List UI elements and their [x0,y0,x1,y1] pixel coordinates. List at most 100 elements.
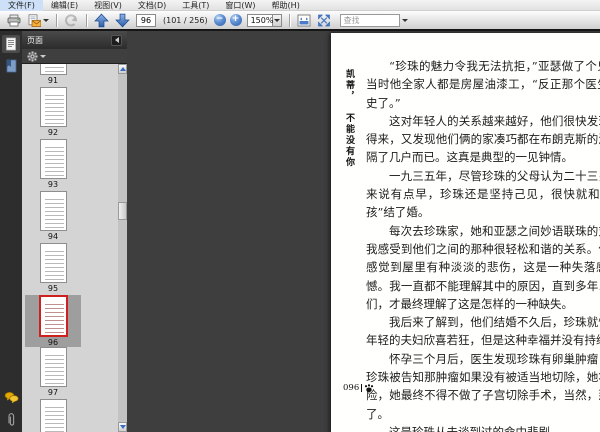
page-thumbnail[interactable]: 95 [25,243,81,295]
navigation-icon-strip [0,31,22,432]
pages-panel-header: 页面 [22,31,127,49]
email-button[interactable] [24,12,52,28]
paperclip-icon [5,412,17,427]
page-footer: 096 [343,383,374,393]
find-box [339,13,408,27]
comments-panel-button[interactable] [2,388,20,406]
thumbnail-image [39,64,67,75]
pages-panel: 页面 91 92 93 94 95 96 97 [22,31,127,432]
page-thumbnail[interactable]: 91 [25,64,81,87]
paragraph: 这是珍珠从未谈到过的命中悲剧。 [389,424,562,432]
zoom-level-combo[interactable]: 150% [246,13,282,27]
menu-edit[interactable]: 编辑(E) [43,0,86,11]
page-thumbnail[interactable]: 92 [25,87,81,139]
paragraph: 一九三五年，尽管珍珠的父母认为二十三岁结婚对珍珠来说有点早，珍珠还是坚持己见，很… [366,168,600,220]
previous-page-button[interactable] [91,12,112,28]
paragraph: 怀孕三个月后，医生发现珍珠有卵巢肿瘤，深受打击的珍珠被告知那肿瘤如果没有被适当地… [366,351,600,421]
options-dropdown-caret[interactable] [40,54,46,58]
toolbar: (101 / 256) − + 150% [0,11,600,29]
previous-page-icon [94,13,109,28]
thumbnail-label: 95 [47,284,59,293]
paragraph: 我后来了解到，他们结婚不久后，珍珠就怀孕了，这对年轻的夫妇欣喜若狂，但是这种幸福… [366,315,600,348]
document-view[interactable]: 凯蒂， 不能没有你 “珍珠的魅力令我无法抗拒，”亚瑟做了个鬼脸解释说，当时他全家… [127,31,600,432]
paragraph: 每次去珍珠家，她和亚瑟之间妙语联珠的对话，都能让我感受到他们之间的那种很轻松和谐… [366,223,600,311]
pages-icon [5,37,17,51]
menu-bar: 文件(F) 编辑(E) 视图(V) 文档(D) 工具(T) 窗口(W) 帮助(H… [0,0,600,11]
page-number-input[interactable] [136,13,156,27]
menu-file[interactable]: 文件(F) [0,0,43,11]
thumbnail-image [38,295,68,337]
attachments-panel-button[interactable] [2,410,20,428]
thumbnail-image [39,191,67,231]
thumbnail-image [39,399,67,432]
next-page-button[interactable] [112,12,133,28]
previous-view-icon [64,13,79,27]
pages-panel-button[interactable] [2,35,20,53]
toolbar-separator [288,13,290,27]
gear-icon[interactable] [27,51,38,62]
search-dropdown-caret[interactable] [401,18,408,22]
zoom-in-button[interactable]: + [229,14,242,26]
thumbnail-image [39,347,67,387]
fit-width-button[interactable] [294,12,314,28]
thumbnails-scrollbar[interactable] [118,64,127,432]
scroll-up-button[interactable] [118,64,127,74]
book-title-vertical: 凯蒂， 不能没有你 [343,69,356,219]
chevron-down-icon [273,18,280,22]
document-page: 凯蒂， 不能没有你 “珍珠的魅力令我无法抗拒，”亚瑟做了个鬼脸解释说，当时他全家… [331,33,600,432]
zoom-level-value: 150% [246,13,273,27]
thumbnail-label: 94 [47,232,59,241]
page-thumbnail[interactable]: 93 [25,139,81,191]
paw-print-icon [364,383,374,393]
page-thumbnail-selected[interactable]: 96 [25,295,81,347]
menu-window[interactable]: 窗口(W) [217,0,263,11]
next-page-icon [115,13,130,28]
thumbnail-label: 97 [47,388,59,397]
thumbnail-image [39,139,67,179]
menu-tools[interactable]: 工具(T) [174,0,217,11]
panel-options-bar [22,49,127,64]
bookmarks-icon [5,59,18,73]
page-text: “珍珠的魅力令我无法抗拒，”亚瑟做了个鬼脸解释说，当时他全家人都是房屋油漆工，“… [366,57,600,432]
paragraph: “珍珠的魅力令我无法抗拒，”亚瑟做了个鬼脸解释说，当时他全家人都是房屋油漆工，“… [366,59,600,110]
comments-icon [4,391,19,404]
collapse-panel-button[interactable] [111,34,122,46]
toolbar-separator [86,13,87,27]
scroll-down-button[interactable] [118,422,127,432]
print-button[interactable] [4,12,24,28]
thumbnail-label: 91 [47,76,59,85]
print-icon [7,14,21,27]
scrollbar-thumb[interactable] [118,202,127,220]
menu-document[interactable]: 文档(D) [130,0,174,11]
fit-page-icon [317,14,331,27]
toolbar-separator [56,13,57,27]
chevron-up-icon [119,67,126,71]
fit-page-button[interactable] [314,12,334,28]
menu-help[interactable]: 帮助(H) [264,0,308,11]
thumbnail-image [39,87,67,127]
menu-view[interactable]: 视图(V) [86,0,130,11]
bookmarks-panel-button[interactable] [2,57,20,75]
chevron-left-icon [114,37,119,43]
fit-width-icon [297,14,311,27]
thumbnail-label: 96 [47,338,59,347]
footer-divider [361,384,363,392]
thumbnails-list: 91 92 93 94 95 96 97 [22,64,118,432]
thumbnail-label: 92 [47,128,59,137]
zoom-dropdown-button[interactable] [272,13,282,27]
email-dropdown-caret [43,18,49,22]
footer-page-number: 096 [343,383,360,393]
zoom-out-button[interactable]: − [213,14,226,26]
pages-panel-title: 页面 [27,35,43,45]
pdf-reader-window: 文件(F) 编辑(E) 视图(V) 文档(D) 工具(T) 窗口(W) 帮助(H… [0,0,600,432]
search-input[interactable] [339,13,400,27]
chevron-down-icon [119,425,126,429]
page-thumbnail[interactable]: 94 [25,191,81,243]
page-thumbnail[interactable]: 98 [25,399,81,432]
previous-view-button[interactable] [61,12,82,28]
email-icon [27,13,41,27]
page-thumbnail[interactable]: 97 [25,347,81,399]
book-title-part1: 凯蒂， [344,69,354,102]
paragraph: 这对年轻人的关系越来越好，他们很快发现双方都很合得来，又发现他们俩的家凑巧都在布… [366,113,600,165]
thumbnail-label: 93 [47,180,59,189]
